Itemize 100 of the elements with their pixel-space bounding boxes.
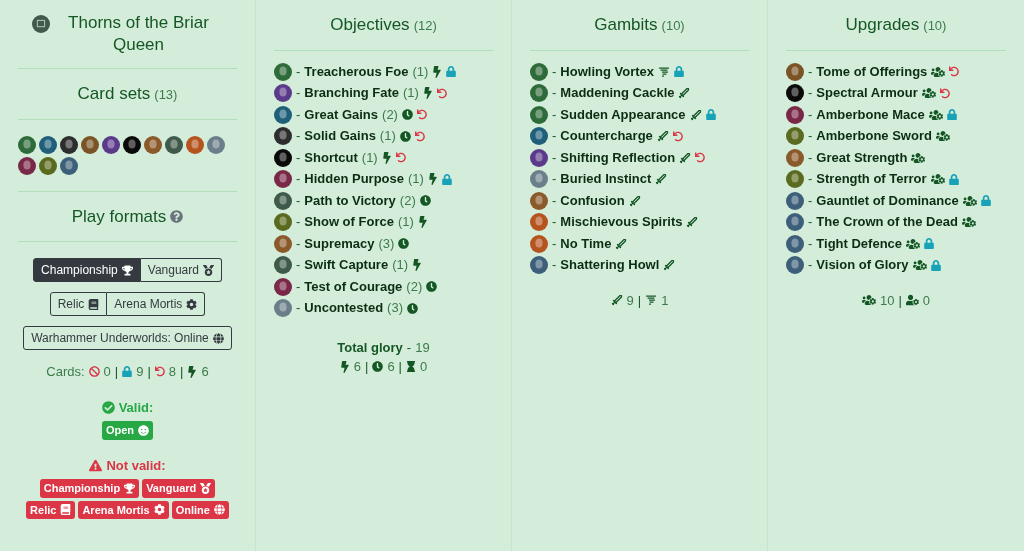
users-gear-icon bbox=[912, 259, 927, 272]
bolt-icon bbox=[432, 65, 443, 78]
card-name[interactable]: Treacherous Foe bbox=[304, 62, 409, 81]
section-count: (10) bbox=[661, 17, 685, 35]
dash-text: - bbox=[808, 127, 813, 145]
dash-text: - bbox=[552, 84, 557, 102]
card-name[interactable]: Uncontested bbox=[304, 299, 384, 318]
card-name[interactable]: Branching Fate bbox=[304, 84, 399, 103]
medal-icon bbox=[202, 264, 214, 276]
user-gear-icon bbox=[905, 294, 919, 307]
users-gear-icon bbox=[911, 151, 926, 164]
divider-text: | bbox=[114, 363, 119, 381]
divider-text: | bbox=[398, 358, 402, 376]
dash-text: - bbox=[406, 338, 412, 357]
format-toggle[interactable]: Championship bbox=[33, 258, 141, 282]
users-gear-icon bbox=[935, 130, 950, 143]
dash-text: - bbox=[552, 127, 557, 145]
lock-icon bbox=[930, 259, 941, 271]
dash-text: - bbox=[296, 191, 301, 210]
warband-title: Thorns of the Briar Queen bbox=[67, 12, 210, 56]
dash-text: - bbox=[296, 213, 301, 231]
clock-icon bbox=[398, 238, 410, 250]
card-name[interactable]: Countercharge bbox=[560, 127, 653, 146]
card-name[interactable]: Amberbone Sword bbox=[816, 127, 932, 146]
count-text: 9 bbox=[136, 363, 144, 381]
glory-text: (1) bbox=[402, 84, 419, 102]
count-text: 1 bbox=[661, 291, 669, 310]
card-name[interactable]: Gauntlet of Dominance bbox=[816, 191, 959, 210]
medal-icon bbox=[200, 482, 212, 494]
card-name[interactable]: Shortcut bbox=[304, 148, 358, 167]
users-gear-icon bbox=[931, 65, 946, 78]
dash-text: - bbox=[552, 213, 557, 231]
dash-text: - bbox=[296, 170, 301, 188]
card-name[interactable]: Sudden Appearance bbox=[560, 105, 686, 124]
tornado-icon bbox=[645, 294, 658, 307]
sword-icon bbox=[679, 151, 692, 164]
undo-icon bbox=[395, 152, 406, 164]
sword-icon bbox=[656, 130, 669, 143]
card-name[interactable]: Shifting Reflection bbox=[560, 148, 676, 167]
card-name[interactable]: Great Gains bbox=[304, 105, 379, 124]
card-name[interactable]: Shattering Howl bbox=[560, 256, 660, 275]
format-toggle[interactable]: Relic bbox=[49, 292, 108, 316]
trophy-icon bbox=[124, 482, 136, 494]
card-name[interactable]: Show of Force bbox=[304, 213, 394, 232]
dash-text: - bbox=[808, 256, 813, 274]
glory-text: (1) bbox=[412, 62, 429, 81]
card-name[interactable]: Test of Courage bbox=[304, 277, 403, 296]
divider-text: | bbox=[898, 291, 902, 310]
format-badge: Online bbox=[171, 500, 229, 519]
format-toggle[interactable]: Warhammer Underworlds: Online bbox=[23, 326, 232, 350]
dash-text: - bbox=[808, 62, 813, 81]
card-name[interactable]: Solid Gains bbox=[304, 127, 376, 146]
card-name[interactable]: Vision of Glory bbox=[816, 256, 909, 275]
format-badge: Relic bbox=[26, 500, 76, 519]
card-name[interactable]: Howling Vortex bbox=[560, 62, 654, 81]
card-name[interactable]: Buried Instinct bbox=[560, 170, 652, 189]
trophy-icon bbox=[121, 264, 133, 276]
gear-icon bbox=[153, 504, 165, 516]
dash-text: - bbox=[808, 191, 813, 210]
dash-text: - bbox=[296, 299, 301, 317]
card-name[interactable]: Path to Victory bbox=[304, 191, 396, 210]
divider-text: | bbox=[180, 363, 184, 381]
card-name[interactable]: Swift Capture bbox=[304, 256, 389, 275]
dash-text: - bbox=[808, 234, 813, 253]
lock-icon bbox=[441, 173, 452, 185]
sword-icon bbox=[663, 259, 676, 272]
section-count: (10) bbox=[923, 17, 947, 35]
card-name[interactable]: Tome of Offerings bbox=[816, 62, 928, 81]
card-name[interactable]: Tight Defence bbox=[816, 234, 903, 253]
bolt-icon bbox=[427, 173, 438, 186]
card-name[interactable]: Spectral Armour bbox=[816, 84, 918, 103]
undo-icon bbox=[672, 130, 683, 142]
globe-icon bbox=[212, 332, 224, 344]
count-text: 10 bbox=[879, 291, 895, 310]
hourglass-icon bbox=[406, 361, 416, 373]
tornado-icon bbox=[658, 65, 670, 78]
undo-icon bbox=[436, 87, 447, 99]
clock-icon bbox=[372, 361, 384, 373]
bolt-icon bbox=[422, 87, 433, 100]
not-valid-title: Not valid: bbox=[106, 456, 166, 475]
card-name[interactable]: Supremacy bbox=[304, 234, 375, 253]
format-toggle[interactable]: Vanguard bbox=[140, 258, 222, 282]
card-name[interactable]: The Crown of the Dead bbox=[816, 213, 958, 232]
card-name[interactable]: Strength of Terror bbox=[816, 170, 927, 189]
count-text: 0 bbox=[103, 363, 111, 381]
card-name[interactable]: Amberbone Mace bbox=[816, 105, 925, 124]
card-name[interactable]: Hidden Purpose bbox=[304, 170, 405, 189]
card-name[interactable]: Confusion bbox=[560, 191, 625, 210]
card-name[interactable]: No Time bbox=[560, 234, 612, 253]
divider-text: | bbox=[147, 363, 151, 381]
glory-text: (1) bbox=[392, 256, 409, 274]
dash-text: - bbox=[808, 105, 813, 124]
lock-icon bbox=[948, 173, 959, 185]
divider-text: | bbox=[365, 358, 369, 376]
help-icon[interactable] bbox=[170, 209, 184, 223]
card-name[interactable]: Mischievous Spirits bbox=[560, 213, 683, 232]
card-name[interactable]: Maddening Cackle bbox=[560, 84, 675, 103]
format-toggle[interactable]: Arena Mortis bbox=[107, 292, 206, 316]
format-badge: Vanguard bbox=[142, 479, 216, 498]
card-name[interactable]: Great Strength bbox=[816, 148, 908, 167]
